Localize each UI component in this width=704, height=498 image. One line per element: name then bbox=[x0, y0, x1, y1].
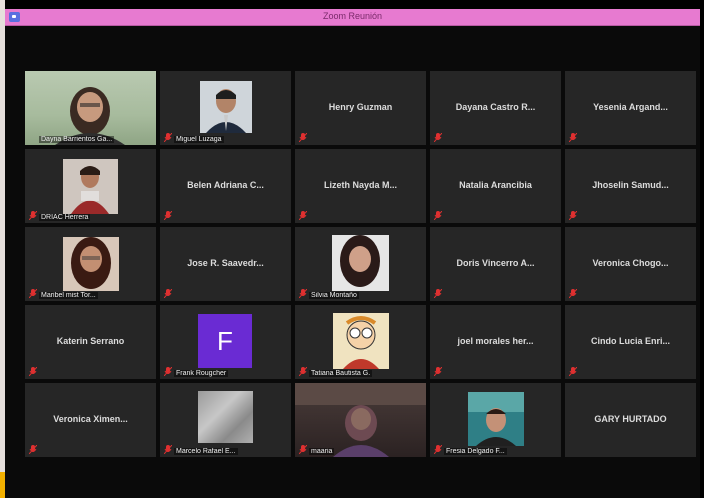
mic-muted-icon bbox=[569, 289, 577, 298]
blurred-profile-photo bbox=[198, 391, 253, 443]
profile-photo bbox=[63, 159, 118, 214]
participant-tile[interactable]: Miguel Luzaga bbox=[160, 71, 291, 145]
participant-name: Yesenia Argand... bbox=[593, 102, 668, 112]
participant-tile[interactable]: Jose R. Saavedr... bbox=[160, 227, 291, 301]
participant-tile[interactable]: DRIAC Herrera bbox=[25, 149, 156, 223]
mic-muted-icon bbox=[434, 289, 442, 298]
participant-name: Veronica Ximen... bbox=[53, 414, 128, 424]
participant-name: Miguel Luzaga bbox=[174, 136, 224, 143]
participant-name: Doris Vincerro A... bbox=[456, 258, 535, 268]
participant-tile[interactable]: Lizeth Nayda M... bbox=[295, 149, 426, 223]
participant-name: DRIAC Herrera bbox=[39, 214, 91, 221]
participant-tile[interactable]: Marcelo Rafael E... bbox=[160, 383, 291, 457]
profile-photo bbox=[63, 237, 119, 291]
window-titlebar[interactable]: Zoom Reunión bbox=[5, 9, 700, 26]
participant-tile[interactable]: Jhoselin Samud... bbox=[565, 149, 696, 223]
profile-photo bbox=[200, 81, 252, 133]
participant-tile[interactable]: F Frank Rougcher bbox=[160, 305, 291, 379]
participant-tile[interactable]: Cindo Lucia Enri... bbox=[565, 305, 696, 379]
mic-muted-icon bbox=[164, 367, 172, 376]
participant-tile[interactable]: Veronica Ximen... bbox=[25, 383, 156, 457]
avatar-initial: F bbox=[198, 314, 252, 368]
participant-name: Marcelo Rafael E... bbox=[174, 448, 238, 455]
participant-name: Natalia Arancibia bbox=[459, 180, 532, 190]
mic-muted-icon bbox=[164, 445, 172, 454]
participant-tile[interactable]: Dayana Castro R... bbox=[430, 71, 561, 145]
participant-tile[interactable]: Fresia Delgado F... bbox=[430, 383, 561, 457]
participant-name: Maribel mist Tor... bbox=[39, 292, 98, 299]
profile-photo bbox=[468, 392, 524, 446]
participant-name: GARY HURTADO bbox=[594, 414, 667, 424]
participant-tile[interactable]: Tatiana Bautista G. bbox=[295, 305, 426, 379]
participant-tile[interactable]: maaria bbox=[295, 383, 426, 457]
video-feed bbox=[25, 71, 156, 145]
profile-photo bbox=[332, 235, 389, 291]
mic-muted-icon bbox=[164, 211, 172, 220]
mic-muted-icon bbox=[434, 445, 442, 454]
participant-name: Frank Rougcher bbox=[174, 370, 229, 377]
participant-tile[interactable]: Dayna Barrientos Ga... bbox=[25, 71, 156, 145]
participant-name: Cindo Lucia Enri... bbox=[590, 336, 670, 346]
gallery-view: Dayna Barrientos Ga... Miguel Luzaga Hen… bbox=[5, 26, 700, 498]
mic-muted-icon bbox=[299, 211, 307, 220]
mic-muted-icon bbox=[299, 445, 307, 454]
participant-name: Dayna Barrientos Ga... bbox=[39, 136, 115, 143]
mic-muted-icon bbox=[434, 367, 442, 376]
participant-tile[interactable]: Maribel mist Tor... bbox=[25, 227, 156, 301]
participant-name: Katerin Serrano bbox=[56, 336, 125, 346]
participant-tile[interactable]: Yesenia Argand... bbox=[565, 71, 696, 145]
participant-name: Tatiana Bautista G. bbox=[309, 370, 373, 377]
mic-muted-icon bbox=[299, 133, 307, 142]
mic-muted-icon bbox=[299, 289, 307, 298]
participant-tile[interactable]: Katerin Serrano bbox=[25, 305, 156, 379]
participant-name: Silvia Montaño bbox=[309, 292, 359, 299]
mic-muted-icon bbox=[299, 367, 307, 376]
mic-muted-icon bbox=[434, 133, 442, 142]
participant-name: joel morales her... bbox=[457, 336, 534, 346]
participant-tile[interactable]: Veronica Chogo... bbox=[565, 227, 696, 301]
video-feed bbox=[295, 383, 426, 457]
mic-muted-icon bbox=[569, 133, 577, 142]
mic-muted-icon bbox=[569, 367, 577, 376]
participant-name: Belen Adriana C... bbox=[187, 180, 264, 190]
participant-name: Veronica Chogo... bbox=[592, 258, 669, 268]
participant-tile[interactable]: GARY HURTADO bbox=[565, 383, 696, 457]
participant-name: Lizeth Nayda M... bbox=[323, 180, 397, 190]
participant-name: Jhoselin Samud... bbox=[592, 180, 669, 190]
person-video bbox=[55, 87, 125, 145]
participant-tile[interactable]: Doris Vincerro A... bbox=[430, 227, 561, 301]
profile-photo bbox=[333, 313, 389, 369]
participant-name: maaria bbox=[309, 448, 335, 455]
participant-name: Jose R. Saavedr... bbox=[187, 258, 264, 268]
mic-muted-icon bbox=[29, 211, 37, 220]
participant-tile[interactable]: Natalia Arancibia bbox=[430, 149, 561, 223]
participant-tile[interactable]: Silvia Montaño bbox=[295, 227, 426, 301]
participant-tile[interactable]: Henry Guzman bbox=[295, 71, 426, 145]
mic-muted-icon bbox=[29, 367, 37, 376]
participant-name: Fresia Delgado F... bbox=[444, 448, 507, 455]
participant-tile[interactable]: Belen Adriana C... bbox=[160, 149, 291, 223]
mic-muted-icon bbox=[434, 211, 442, 220]
mic-muted-icon bbox=[29, 289, 37, 298]
mic-muted-icon bbox=[164, 289, 172, 298]
window-title: Zoom Reunión bbox=[322, 11, 383, 21]
participant-name: Dayana Castro R... bbox=[455, 102, 536, 112]
participant-name: Henry Guzman bbox=[328, 102, 393, 112]
mic-muted-icon bbox=[29, 445, 37, 454]
mic-muted-icon bbox=[164, 133, 172, 142]
mic-muted-icon bbox=[569, 211, 577, 220]
participant-tile[interactable]: joel morales her... bbox=[430, 305, 561, 379]
